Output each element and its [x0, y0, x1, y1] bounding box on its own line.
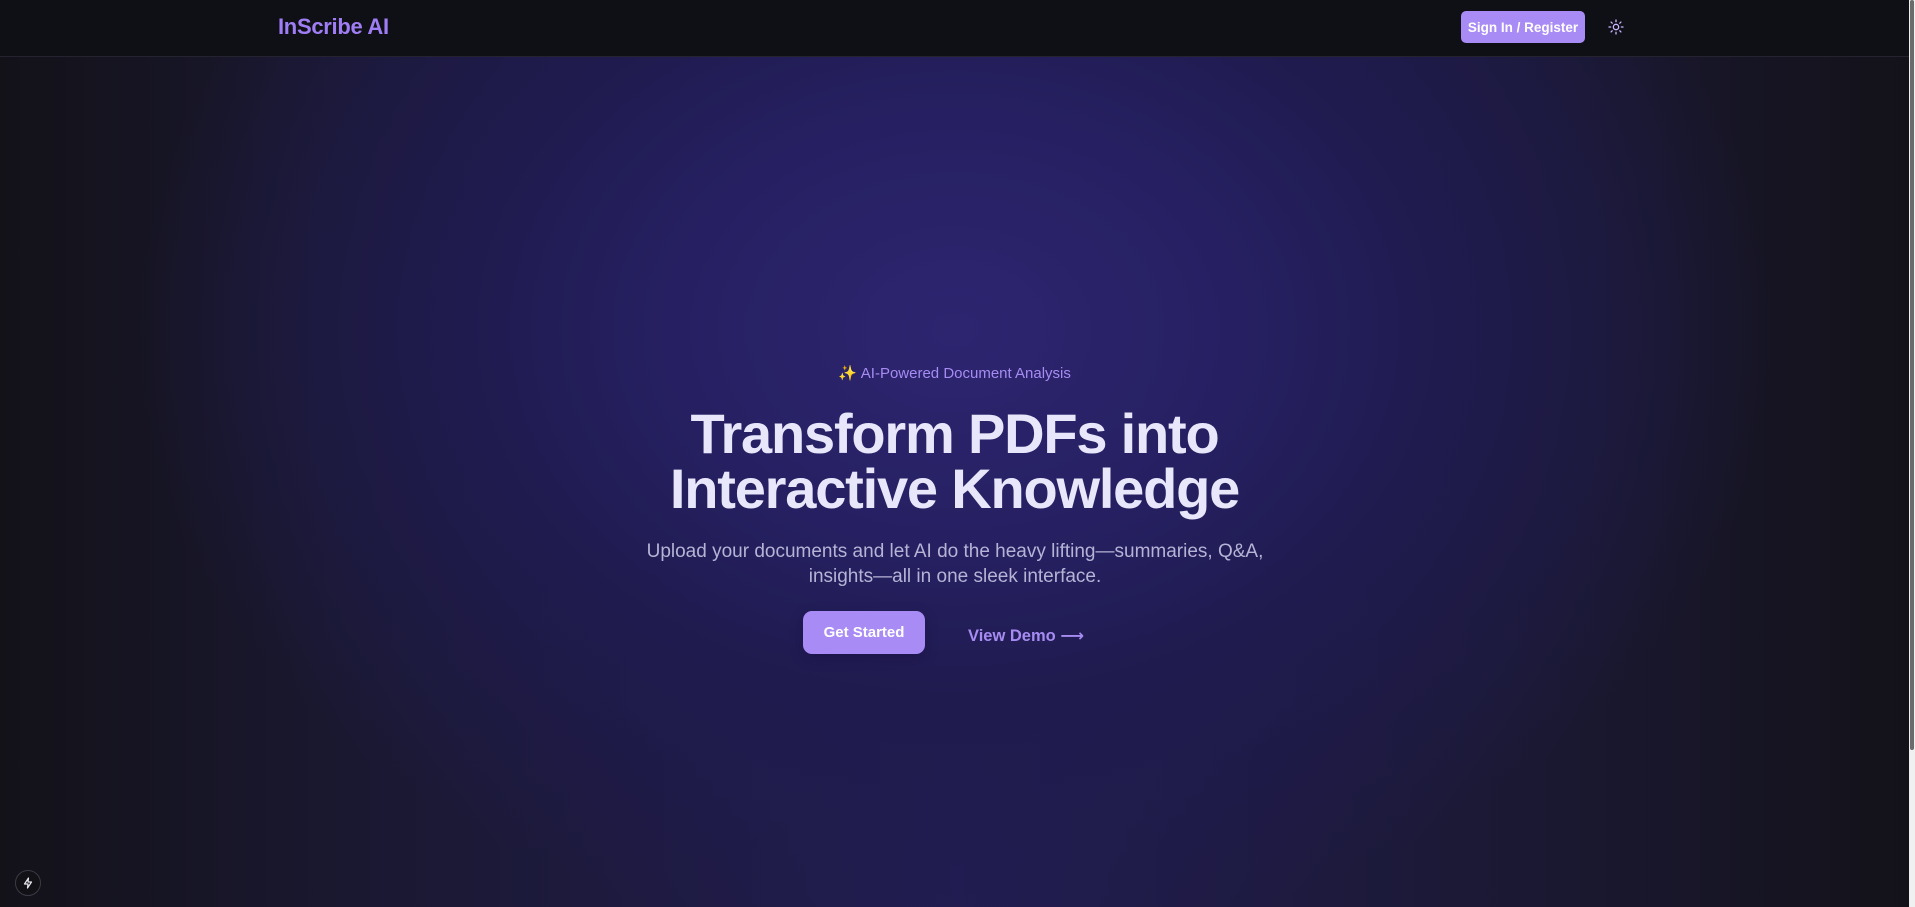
view-demo-link[interactable]: View Demo ⟶	[968, 626, 1084, 646]
vertical-scrollbar-thumb[interactable]	[1910, 0, 1914, 750]
sun-icon	[1608, 19, 1624, 35]
badge-text: AI-Powered Document Analysis	[860, 365, 1071, 382]
headline-line-1: Transform PDFs into	[690, 402, 1220, 465]
get-started-button[interactable]: Get Started	[803, 611, 925, 654]
page-background: InScribe AI Sign In / Register ✨ AI-Power…	[0, 0, 1915, 907]
sign-in-register-button[interactable]: Sign In / Register	[1461, 11, 1585, 43]
brand-logo[interactable]: InScribe AI	[278, 14, 389, 40]
feature-badge: ✨ AI-Powered Document Analysis	[0, 364, 1909, 382]
theme-toggle-button[interactable]	[1603, 14, 1629, 40]
top-navbar: InScribe AI Sign In / Register	[0, 0, 1909, 57]
headline-line-2: Interactive Knowledge	[669, 457, 1240, 520]
dev-tools-indicator-button[interactable]	[15, 870, 41, 896]
hero-subtitle: Upload your documents and let AI do the …	[646, 541, 1264, 587]
sparkle-icon: ✨	[838, 365, 857, 382]
lightning-icon	[23, 877, 33, 889]
hero-headline: Transform PDFs into Interactive Knowledg…	[0, 402, 1909, 520]
